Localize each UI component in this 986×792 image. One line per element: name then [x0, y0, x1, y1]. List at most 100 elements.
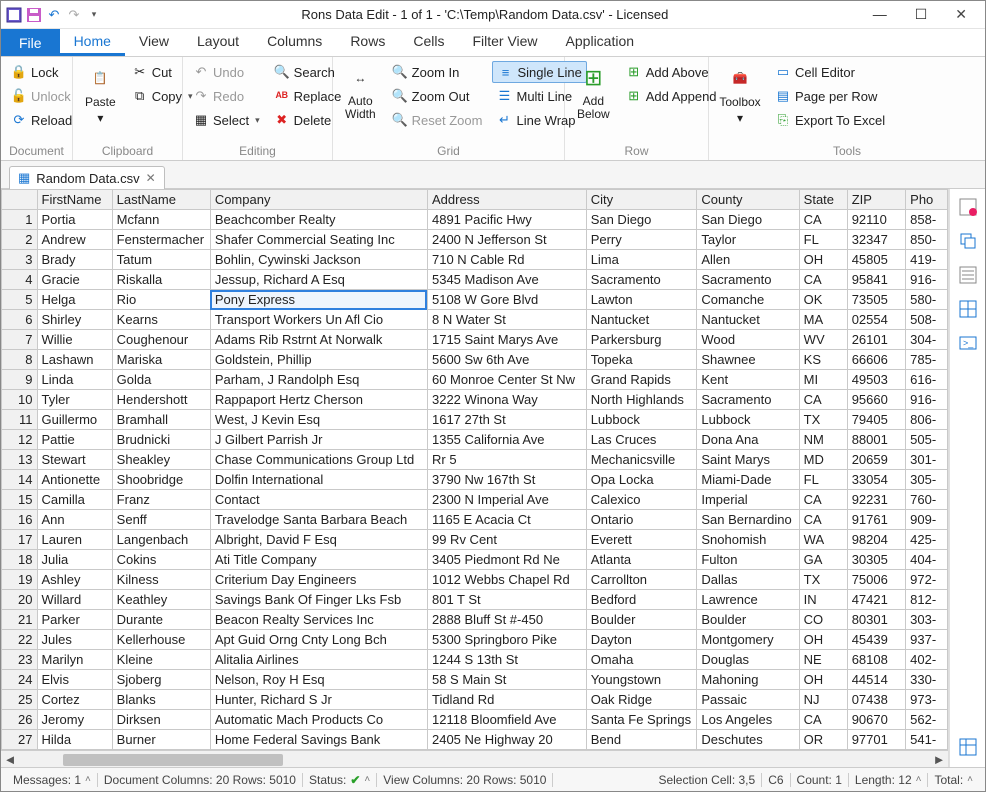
cell[interactable]: Beachcomber Realty — [210, 210, 427, 230]
cell[interactable]: Stewart — [37, 450, 112, 470]
cell[interactable]: Imperial — [697, 490, 799, 510]
cell[interactable]: 2400 N Jefferson St — [427, 230, 586, 250]
cell[interactable]: 92231 — [847, 490, 905, 510]
cell[interactable]: 2888 Bluff St #-450 — [427, 610, 586, 630]
cell[interactable]: 425- — [906, 530, 948, 550]
cell[interactable]: TX — [799, 570, 847, 590]
cell[interactable]: Mariska — [112, 350, 210, 370]
cell[interactable]: Travelodge Santa Barbara Beach — [210, 510, 427, 530]
cell[interactable]: Mechanicsville — [586, 450, 697, 470]
cell[interactable]: 1617 27th St — [427, 410, 586, 430]
cell[interactable]: Dirksen — [112, 710, 210, 730]
row-number[interactable]: 10 — [2, 390, 38, 410]
cell[interactable]: 45439 — [847, 630, 905, 650]
cell[interactable]: Sjoberg — [112, 670, 210, 690]
cell[interactable]: GA — [799, 550, 847, 570]
status-status[interactable]: Status: ✔ ˄ — [303, 773, 377, 787]
cell[interactable]: Senff — [112, 510, 210, 530]
cell[interactable]: CA — [799, 390, 847, 410]
row-number[interactable]: 3 — [2, 250, 38, 270]
cell[interactable]: Nantucket — [697, 310, 799, 330]
cell[interactable]: North Highlands — [586, 390, 697, 410]
cell[interactable]: Golda — [112, 370, 210, 390]
cell[interactable]: Goldstein, Phillip — [210, 350, 427, 370]
column-header[interactable]: Pho — [906, 190, 948, 210]
cell-editor-button[interactable]: ▭Cell Editor — [771, 61, 889, 83]
cell[interactable]: Kilness — [112, 570, 210, 590]
cell[interactable]: Omaha — [586, 650, 697, 670]
cell[interactable]: 305- — [906, 470, 948, 490]
cell[interactable]: CA — [799, 710, 847, 730]
cell[interactable]: Coughenour — [112, 330, 210, 350]
cell[interactable]: Lashawn — [37, 350, 112, 370]
cell[interactable]: Shafer Commercial Seating Inc — [210, 230, 427, 250]
cell[interactable]: 91761 — [847, 510, 905, 530]
cell[interactable]: Jessup, Richard A Esq — [210, 270, 427, 290]
cell[interactable]: 95841 — [847, 270, 905, 290]
row-number[interactable]: 17 — [2, 530, 38, 550]
cell[interactable]: 508- — [906, 310, 948, 330]
cell[interactable]: Camilla — [37, 490, 112, 510]
table-row[interactable]: 11GuillermoBramhallWest, J Kevin Esq1617… — [2, 410, 948, 430]
cell[interactable]: Albright, David F Esq — [210, 530, 427, 550]
sidebar-console-icon[interactable]: >_ — [956, 331, 980, 355]
row-number[interactable]: 5 — [2, 290, 38, 310]
cell[interactable]: 404- — [906, 550, 948, 570]
cell[interactable]: Helga — [37, 290, 112, 310]
status-total[interactable]: Total: ˄ — [928, 773, 979, 787]
cell[interactable]: 45805 — [847, 250, 905, 270]
cell[interactable]: Adams Rib Rstrnt At Norwalk — [210, 330, 427, 350]
table-row[interactable]: 26JeromyDirksenAutomatic Mach Products C… — [2, 710, 948, 730]
cell[interactable]: CA — [799, 510, 847, 530]
table-row[interactable]: 13StewartSheakleyChase Communications Gr… — [2, 450, 948, 470]
cell[interactable]: Rio — [112, 290, 210, 310]
sidebar-grid-icon[interactable] — [956, 297, 980, 321]
cell[interactable]: WV — [799, 330, 847, 350]
cell[interactable]: Las Cruces — [586, 430, 697, 450]
cell[interactable]: 95660 — [847, 390, 905, 410]
cell[interactable]: Lauren — [37, 530, 112, 550]
cell[interactable]: Transport Workers Un Afl Cio — [210, 310, 427, 330]
cell[interactable]: Willard — [37, 590, 112, 610]
cell[interactable]: 304- — [906, 330, 948, 350]
cell[interactable]: San Diego — [697, 210, 799, 230]
cell[interactable]: Gracie — [37, 270, 112, 290]
cell[interactable]: Alitalia Airlines — [210, 650, 427, 670]
cell[interactable]: Linda — [37, 370, 112, 390]
row-number[interactable]: 6 — [2, 310, 38, 330]
row-number[interactable]: 4 — [2, 270, 38, 290]
cell[interactable]: 60 Monroe Center St Nw — [427, 370, 586, 390]
cell[interactable]: Guillermo — [37, 410, 112, 430]
cell[interactable]: Kearns — [112, 310, 210, 330]
cell[interactable]: Lawton — [586, 290, 697, 310]
cell[interactable]: 90670 — [847, 710, 905, 730]
add-below-button[interactable]: ⊞ Add Below — [571, 61, 616, 123]
cell[interactable]: 973- — [906, 690, 948, 710]
cell[interactable]: Shawnee — [697, 350, 799, 370]
cell[interactable]: 80301 — [847, 610, 905, 630]
cell[interactable]: Pony Express — [210, 290, 427, 310]
cell[interactable]: Miami-Dade — [697, 470, 799, 490]
column-header[interactable]: ZIP — [847, 190, 905, 210]
cell[interactable]: 5600 Sw 6th Ave — [427, 350, 586, 370]
page-per-row-button[interactable]: ▤Page per Row — [771, 85, 889, 107]
cell[interactable]: Jeromy — [37, 710, 112, 730]
cell[interactable]: 419- — [906, 250, 948, 270]
export-excel-button[interactable]: ⎘Export To Excel — [771, 109, 889, 131]
cell[interactable]: Burner — [112, 730, 210, 750]
cell[interactable]: Kent — [697, 370, 799, 390]
cell[interactable]: 1355 California Ave — [427, 430, 586, 450]
cell[interactable]: 07438 — [847, 690, 905, 710]
cell[interactable]: Youngstown — [586, 670, 697, 690]
cell[interactable]: FL — [799, 470, 847, 490]
add-append-button[interactable]: ⊞Add Append — [622, 85, 721, 107]
cell[interactable]: Riskalla — [112, 270, 210, 290]
cell[interactable]: 785- — [906, 350, 948, 370]
cell[interactable]: 2405 Ne Highway 20 — [427, 730, 586, 750]
row-number[interactable]: 21 — [2, 610, 38, 630]
column-header[interactable]: LastName — [112, 190, 210, 210]
cell[interactable]: Rappaport Hertz Cherson — [210, 390, 427, 410]
undo-button[interactable]: ↶Undo — [189, 61, 264, 83]
cell[interactable]: Taylor — [697, 230, 799, 250]
row-number[interactable]: 11 — [2, 410, 38, 430]
